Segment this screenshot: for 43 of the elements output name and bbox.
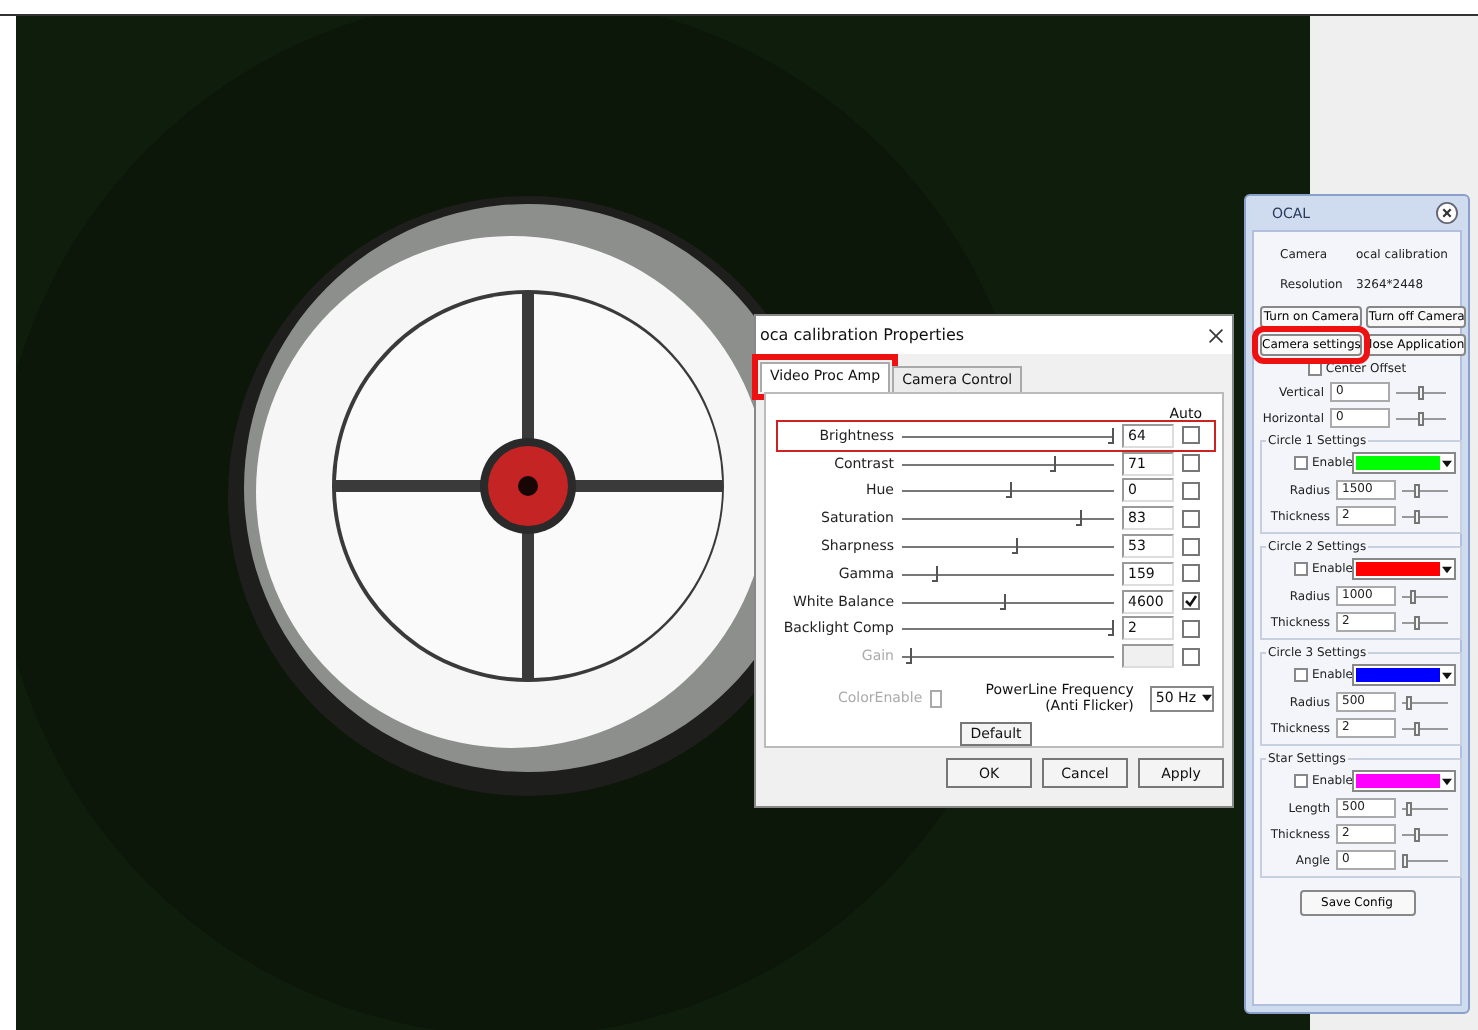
dialog-title: oca calibration Properties <box>760 326 965 344</box>
checkbox[interactable] <box>1294 774 1308 788</box>
slider[interactable] <box>1402 853 1449 867</box>
slider[interactable] <box>1402 483 1449 497</box>
caret-icon <box>1442 565 1453 573</box>
slider[interactable] <box>902 482 1114 499</box>
color-dropdown[interactable] <box>1352 770 1457 792</box>
slider[interactable] <box>902 620 1114 637</box>
caret-icon <box>1442 459 1453 467</box>
checkbox[interactable] <box>1294 668 1308 682</box>
slider[interactable] <box>902 427 1114 444</box>
slider[interactable] <box>1402 801 1449 815</box>
auto-checkbox[interactable] <box>1182 537 1200 556</box>
slider[interactable] <box>1402 615 1449 629</box>
auto-checkbox[interactable] <box>1182 481 1200 500</box>
auto-checkbox[interactable] <box>1182 454 1200 473</box>
auto-checkbox[interactable] <box>1182 564 1200 583</box>
close-icon[interactable] <box>1208 327 1224 343</box>
slider[interactable] <box>902 593 1114 610</box>
slider[interactable] <box>1402 827 1449 841</box>
slider[interactable] <box>1402 721 1449 735</box>
slider[interactable] <box>1402 589 1449 603</box>
color-dropdown[interactable] <box>1352 452 1457 474</box>
slider[interactable] <box>1402 509 1449 523</box>
close-icon[interactable] <box>1436 202 1458 224</box>
caret-icon <box>1442 671 1453 679</box>
slider[interactable] <box>1396 411 1446 425</box>
color-dropdown[interactable] <box>1352 664 1457 686</box>
slider[interactable] <box>902 565 1114 582</box>
auto-checkbox[interactable] <box>1182 592 1200 611</box>
slider[interactable] <box>1402 695 1449 709</box>
caret-icon <box>1202 694 1212 703</box>
color-dropdown[interactable] <box>1352 558 1457 580</box>
caret-icon <box>1442 777 1453 785</box>
slider[interactable] <box>902 455 1114 472</box>
slider[interactable] <box>1396 385 1446 399</box>
auto-checkbox[interactable] <box>1182 426 1200 445</box>
auto-checkbox[interactable] <box>1182 619 1200 638</box>
checkbox[interactable] <box>1294 562 1308 576</box>
auto-checkbox[interactable] <box>1182 509 1200 528</box>
checkbox[interactable] <box>1294 456 1308 470</box>
slider[interactable] <box>902 510 1114 527</box>
slider[interactable] <box>902 538 1114 555</box>
